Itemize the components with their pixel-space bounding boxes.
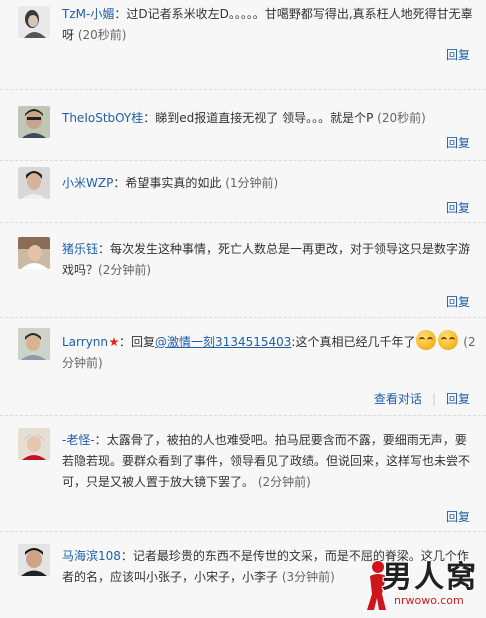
verified-star-icon bbox=[109, 337, 119, 347]
avatar[interactable] bbox=[18, 167, 50, 199]
comment-text: :这个真相已经几千年了 bbox=[291, 335, 416, 349]
comment-content: TheIoStbOY桂：睇到ed报道直接无视了 领导。。。就是个P (20秒前) bbox=[62, 111, 426, 125]
username-link[interactable]: TheIoStbOY桂 bbox=[62, 111, 143, 125]
reply-button[interactable]: 回复 bbox=[446, 136, 470, 150]
reply-prefix: 回复 bbox=[131, 335, 156, 349]
comment-content: 猪乐钰：每次发生这种事情，死亡人数总是一再更改，对于领导这只是数字游戏吗？(2分… bbox=[62, 242, 471, 277]
comment-item: 猪乐钰：每次发生这种事情，死亡人数总是一再更改，对于领导这只是数字游戏吗？(2分… bbox=[0, 223, 486, 318]
username-link[interactable]: 猪乐钰 bbox=[62, 242, 98, 256]
logo-url: nrwowo.com bbox=[394, 594, 464, 607]
timestamp: (2分钟前) bbox=[98, 263, 152, 277]
reply-button[interactable]: 回复 bbox=[446, 510, 470, 524]
reply-button[interactable]: 回复 bbox=[446, 48, 470, 62]
comment-content: TzM-小媚：过D记者系米收左D。。。。。甘噶野都写得出,真系枉人地死得甘无辜呀… bbox=[62, 7, 473, 42]
divider: | bbox=[431, 392, 436, 406]
avatar[interactable] bbox=[18, 428, 50, 460]
site-watermark-logo: 男人窝 nrwowo.com bbox=[364, 548, 482, 614]
avatar[interactable] bbox=[18, 328, 50, 360]
logo-text: 男人窝 bbox=[382, 560, 478, 595]
avatar[interactable] bbox=[18, 106, 50, 138]
comment-actions: 回复 bbox=[446, 134, 476, 152]
comment-item: TheIoStbOY桂：睇到ed报道直接无视了 领导。。。就是个P (20秒前)… bbox=[0, 90, 486, 161]
comment-feed: TzM-小媚：过D记者系米收左D。。。。。甘噶野都写得出,真系枉人地死得甘无辜呀… bbox=[0, 0, 486, 618]
comment-actions: 回复 bbox=[446, 293, 476, 311]
comment-item: Larrynn ：回复@激情一刻3134515403:这个真相已经几千年了 (2分… bbox=[0, 318, 486, 416]
timestamp: (20秒前) bbox=[377, 111, 426, 125]
reply-button[interactable]: 回复 bbox=[446, 201, 470, 215]
comment-item: TzM-小媚：过D记者系米收左D。。。。。甘噶野都写得出,真系枉人地死得甘无辜呀… bbox=[0, 0, 486, 90]
reply-button[interactable]: 回复 bbox=[446, 295, 470, 309]
username-link[interactable]: 马海滨108 bbox=[62, 549, 121, 563]
view-conversation-button[interactable]: 查看对话 bbox=[374, 392, 422, 406]
username-link[interactable]: 小米WZP bbox=[62, 176, 113, 190]
username-link[interactable]: Larrynn bbox=[62, 335, 108, 349]
comment-content: Larrynn ：回复@激情一刻3134515403:这个真相已经几千年了 (2分… bbox=[62, 322, 476, 374]
timestamp: (20秒前) bbox=[77, 28, 127, 42]
comment-actions: 回复 bbox=[446, 199, 476, 217]
timestamp: (3分钟前) bbox=[281, 570, 335, 584]
avatar[interactable] bbox=[18, 237, 50, 269]
comment-actions: 回复 bbox=[446, 46, 476, 64]
comment-actions: 回复 bbox=[446, 508, 476, 526]
comment-text: 睇到ed报道直接无视了 领导。。。就是个P bbox=[155, 111, 374, 125]
timestamp: (2分钟前) bbox=[257, 475, 311, 489]
reply-button[interactable]: 回复 bbox=[446, 392, 470, 406]
username-link[interactable]: -老怪- bbox=[62, 433, 95, 447]
comment-content: 小米WZP：希望事实真的如此 (1分钟前) bbox=[62, 176, 279, 190]
comment-text: 希望事实真的如此 bbox=[125, 176, 222, 190]
avatar[interactable] bbox=[18, 544, 50, 576]
mention-link[interactable]: @激情一刻3134515403 bbox=[155, 335, 291, 349]
laughing-emoji-icon bbox=[438, 330, 459, 350]
timestamp: (1分钟前) bbox=[225, 176, 279, 190]
comment-item: 小米WZP：希望事实真的如此 (1分钟前) 回复 bbox=[0, 161, 486, 223]
username-link[interactable]: TzM-小媚 bbox=[62, 7, 114, 21]
avatar[interactable] bbox=[18, 6, 50, 38]
comment-item: -老怪-：太露骨了，被拍的人也难受吧。拍马屁要含而不露，要细雨无声，要若隐若现。… bbox=[0, 416, 486, 532]
laughing-emoji-icon bbox=[416, 330, 437, 350]
comment-content: -老怪-：太露骨了，被拍的人也难受吧。拍马屁要含而不露，要细雨无声，要若隐若现。… bbox=[62, 433, 471, 489]
comment-actions: 查看对话 | 回复 bbox=[374, 390, 476, 408]
